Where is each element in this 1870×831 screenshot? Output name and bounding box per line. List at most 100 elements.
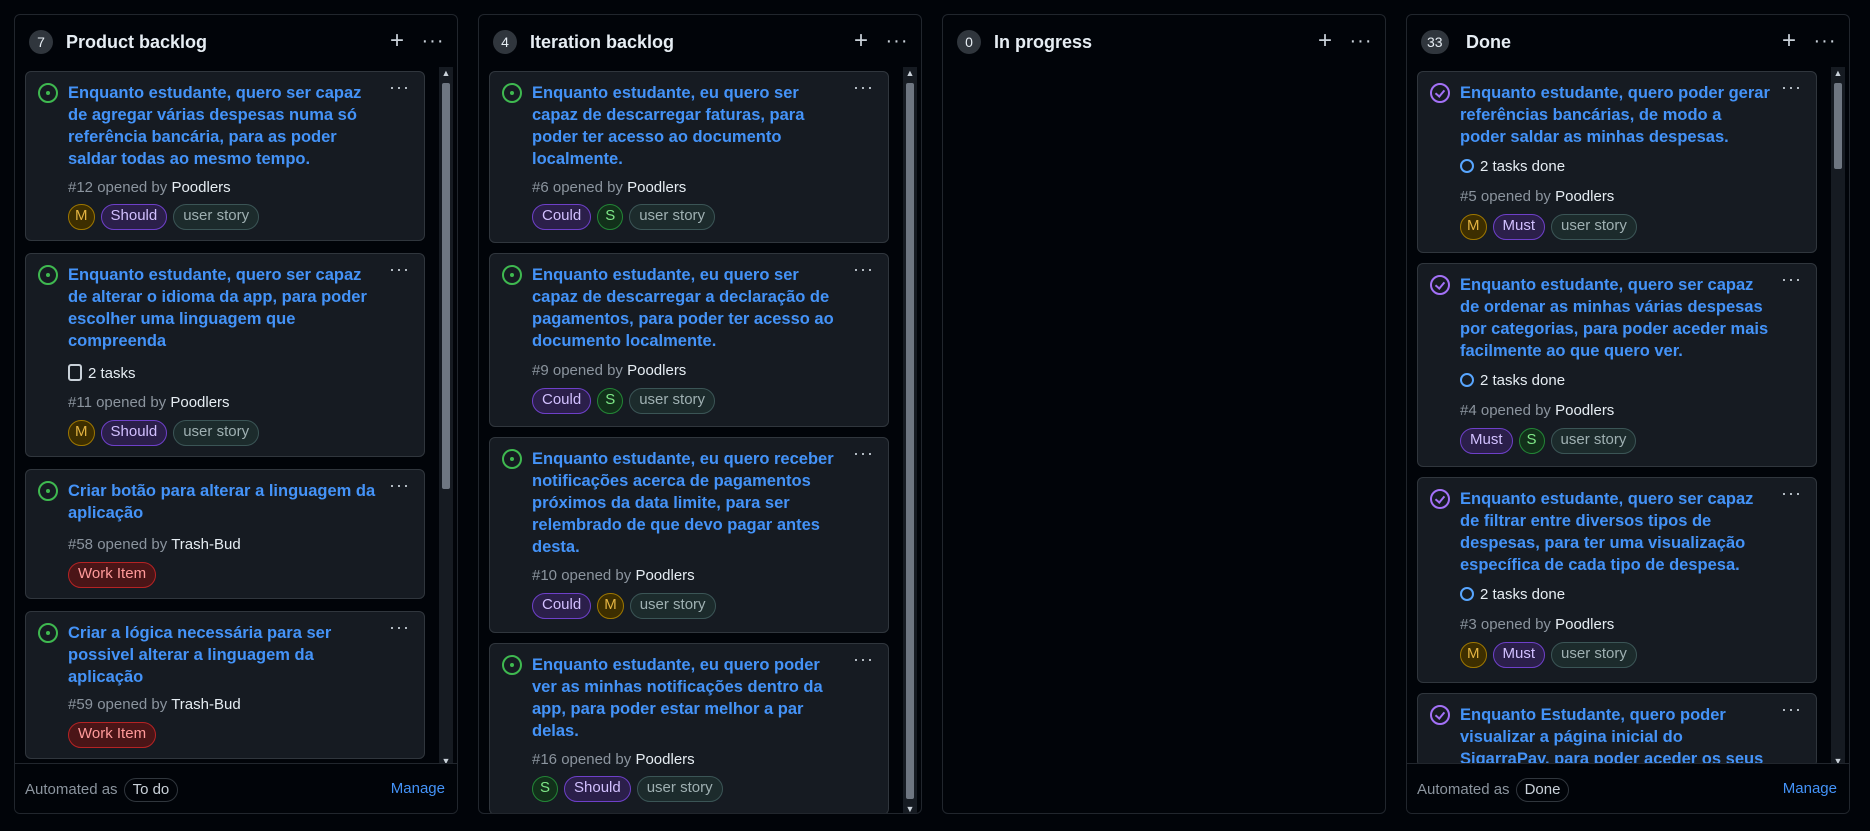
label-should[interactable]: Should xyxy=(564,776,631,802)
scroll-up-icon[interactable]: ▲ xyxy=(903,67,917,79)
issue-card[interactable]: Enquanto estudante, eu quero ser capaz d… xyxy=(489,253,889,427)
column-menu-icon[interactable]: ··· xyxy=(1347,27,1375,55)
add-item-icon[interactable]: + xyxy=(385,27,409,55)
label-m[interactable]: M xyxy=(68,204,95,230)
label-could[interactable]: Could xyxy=(532,204,592,230)
label-must[interactable]: Must xyxy=(1460,428,1513,454)
issue-card[interactable]: Enquanto estudante, quero ser capaz de o… xyxy=(1417,263,1817,467)
scrollbar[interactable]: ▲ ▼ xyxy=(903,67,917,813)
issue-title-link[interactable]: Enquanto estudante, quero ser capaz de a… xyxy=(68,264,378,352)
issue-card[interactable]: Enquanto Estudante, quero poder visualiz… xyxy=(1417,693,1817,767)
label-must[interactable]: Must xyxy=(1492,642,1546,668)
issue-title-link[interactable]: Criar a lógica necessária para ser possi… xyxy=(68,622,378,688)
author-link[interactable]: Poodlers xyxy=(1555,402,1614,419)
author-link[interactable]: Poodlers xyxy=(170,394,229,411)
card-menu-icon[interactable]: ··· xyxy=(389,475,410,496)
author-link[interactable]: Poodlers xyxy=(1555,616,1614,633)
label-work-item[interactable]: Work Item xyxy=(68,722,157,748)
author-link[interactable]: Poodlers xyxy=(627,179,686,196)
label-user-story[interactable]: user story xyxy=(629,204,716,230)
card-menu-icon[interactable]: ··· xyxy=(1781,269,1802,290)
issue-card[interactable]: Enquanto estudante, quero poder gerar re… xyxy=(1417,71,1817,253)
open-issue-icon xyxy=(502,83,522,103)
author-link[interactable]: Poodlers xyxy=(1555,188,1614,205)
automation-status-chip: To do xyxy=(123,778,179,802)
label-m[interactable]: M xyxy=(68,420,95,446)
label-user-story[interactable]: user story xyxy=(173,204,260,230)
label-m[interactable]: M xyxy=(597,593,624,619)
card-menu-icon[interactable]: ··· xyxy=(853,649,874,670)
issue-card[interactable]: Enquanto estudante, eu quero poder ver a… xyxy=(489,643,889,813)
card-menu-icon[interactable]: ··· xyxy=(853,77,874,98)
card-menu-icon[interactable]: ··· xyxy=(1781,77,1802,98)
label-user-story[interactable]: user story xyxy=(1551,642,1637,668)
label-m[interactable]: M xyxy=(1460,642,1487,668)
add-item-icon[interactable]: + xyxy=(849,27,873,55)
label-s[interactable]: S xyxy=(597,204,624,230)
label-user-story[interactable]: user story xyxy=(173,420,260,446)
issue-title-link[interactable]: Enquanto estudante, eu quero receber not… xyxy=(532,448,842,558)
column-menu-icon[interactable]: ··· xyxy=(1811,27,1839,55)
issue-card[interactable]: Enquanto estudante, quero ser capaz de a… xyxy=(25,253,425,457)
card-menu-icon[interactable]: ··· xyxy=(389,617,410,638)
label-could[interactable]: Could xyxy=(532,593,592,619)
card-menu-icon[interactable]: ··· xyxy=(853,259,874,280)
label-user-story[interactable]: user story xyxy=(636,776,723,802)
issue-title-link[interactable]: Criar botão para alterar a linguagem da … xyxy=(68,480,378,524)
scrollbar-thumb[interactable] xyxy=(906,83,914,799)
tasks-text: 2 tasks done xyxy=(1480,158,1566,175)
issue-card[interactable]: Criar a lógica necessária para ser possi… xyxy=(25,611,425,759)
label-user-story[interactable]: user story xyxy=(629,388,716,414)
label-s[interactable]: S xyxy=(532,776,558,802)
card-menu-icon[interactable]: ··· xyxy=(389,77,410,98)
issue-title-link[interactable]: Enquanto Estudante, quero poder visualiz… xyxy=(1460,704,1770,766)
issue-title-link[interactable]: Enquanto estudante, eu quero ser capaz d… xyxy=(532,82,842,170)
issue-card[interactable]: Enquanto estudante, quero ser capaz de a… xyxy=(25,71,425,241)
author-link[interactable]: Trash-Bud xyxy=(171,536,240,553)
author-link[interactable]: Poodlers xyxy=(635,751,694,768)
issue-card[interactable]: Criar botão para alterar a linguagem da … xyxy=(25,469,425,599)
label-user-story[interactable]: user story xyxy=(1550,428,1637,454)
card-menu-icon[interactable]: ··· xyxy=(389,259,410,280)
add-item-icon[interactable]: + xyxy=(1777,27,1801,55)
card-menu-icon[interactable]: ··· xyxy=(1781,483,1802,504)
column-menu-icon[interactable]: ··· xyxy=(883,27,911,55)
label-work-item[interactable]: Work Item xyxy=(68,562,157,588)
label-should[interactable]: Should xyxy=(100,420,168,446)
manage-link[interactable]: Manage xyxy=(391,778,445,800)
issue-title-link[interactable]: Enquanto estudante, eu quero poder ver a… xyxy=(532,654,842,742)
label-user-story[interactable]: user story xyxy=(1551,214,1637,240)
scroll-up-icon[interactable]: ▲ xyxy=(1831,67,1845,79)
add-item-icon[interactable]: + xyxy=(1313,27,1337,55)
issue-title-link[interactable]: Enquanto estudante, quero poder gerar re… xyxy=(1460,82,1770,148)
author-link[interactable]: Poodlers xyxy=(171,179,230,196)
label-should[interactable]: Should xyxy=(100,204,168,230)
scrollbar[interactable]: ▲ ▼ xyxy=(1831,67,1845,767)
label-must[interactable]: Must xyxy=(1492,214,1546,240)
scroll-down-icon[interactable]: ▼ xyxy=(903,803,917,813)
manage-link[interactable]: Manage xyxy=(1783,778,1837,800)
issue-card[interactable]: Enquanto estudante, quero ser capaz de f… xyxy=(1417,477,1817,683)
label-m[interactable]: M xyxy=(1460,214,1487,240)
label-could[interactable]: Could xyxy=(532,388,592,414)
author-link[interactable]: Trash-Bud xyxy=(171,696,240,713)
card-menu-icon[interactable]: ··· xyxy=(1781,699,1802,720)
label-s[interactable]: S xyxy=(1518,428,1545,454)
author-link[interactable]: Poodlers xyxy=(627,362,686,379)
issue-title-link[interactable]: Enquanto estudante, eu quero ser capaz d… xyxy=(532,264,842,352)
column-count-badge: 0 xyxy=(957,30,981,54)
label-user-story[interactable]: user story xyxy=(629,593,716,619)
scrollbar[interactable]: ▲ ▼ xyxy=(439,67,453,767)
column-menu-icon[interactable]: ··· xyxy=(419,27,447,55)
issue-title-link[interactable]: Enquanto estudante, quero ser capaz de o… xyxy=(1460,274,1770,362)
issue-title-link[interactable]: Enquanto estudante, quero ser capaz de f… xyxy=(1460,488,1770,576)
issue-title-link[interactable]: Enquanto estudante, quero ser capaz de a… xyxy=(68,82,378,170)
label-s[interactable]: S xyxy=(597,388,624,414)
card-menu-icon[interactable]: ··· xyxy=(853,443,874,464)
author-link[interactable]: Poodlers xyxy=(635,567,694,584)
scrollbar-thumb[interactable] xyxy=(1834,83,1842,169)
scroll-up-icon[interactable]: ▲ xyxy=(439,67,453,79)
issue-card[interactable]: Enquanto estudante, eu quero receber not… xyxy=(489,437,889,633)
scrollbar-thumb[interactable] xyxy=(442,83,450,489)
issue-card[interactable]: Enquanto estudante, eu quero ser capaz d… xyxy=(489,71,889,243)
